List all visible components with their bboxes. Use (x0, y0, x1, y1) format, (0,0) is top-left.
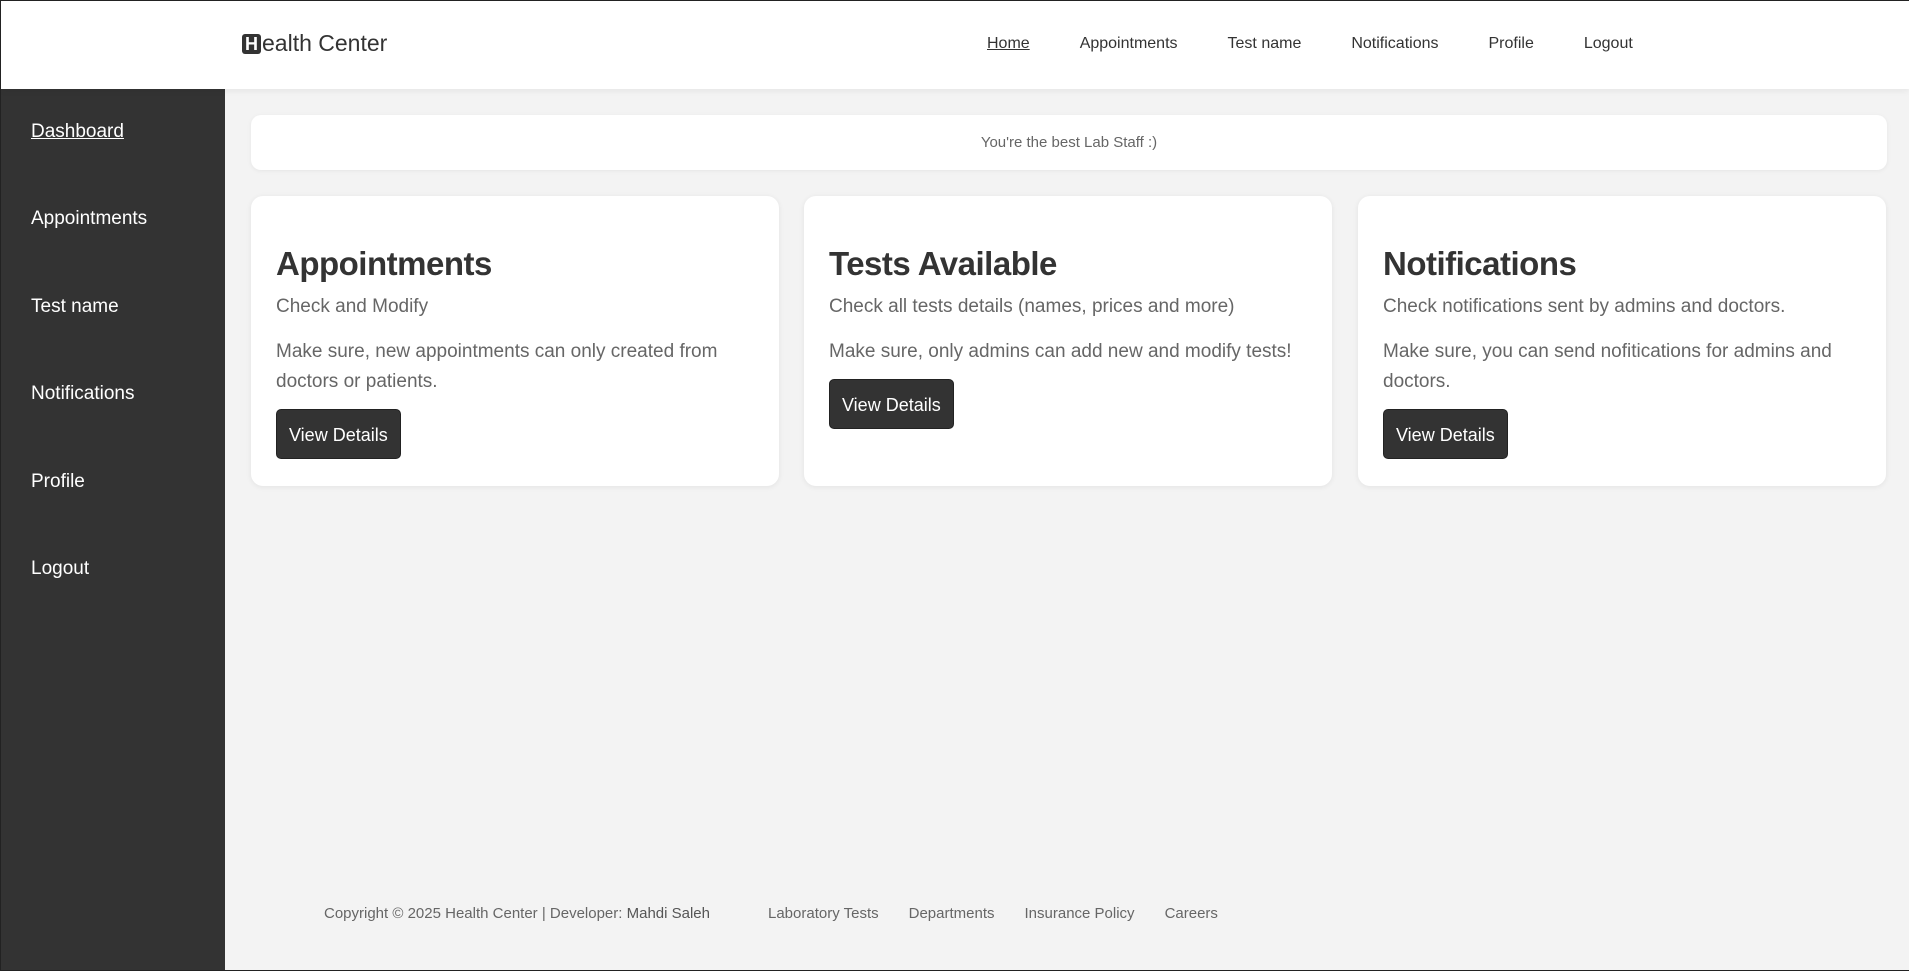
card-appointments: Appointments Check and Modify Make sure,… (251, 196, 779, 486)
sidebar-item-test-name[interactable]: Test name (31, 296, 119, 318)
footer-link-careers[interactable]: Careers (1165, 905, 1218, 922)
card-subtitle: Check notifications sent by admins and d… (1383, 296, 1786, 317)
footer-link-laboratory-tests[interactable]: Laboratory Tests (768, 905, 879, 922)
card-description: Make sure, only admins can add new and m… (829, 341, 1292, 362)
view-details-button[interactable]: View Details (829, 379, 954, 429)
sidebar-item-notifications[interactable]: Notifications (31, 383, 135, 405)
site-logo[interactable]: H ealth Center (242, 30, 387, 57)
sidebar-item-logout[interactable]: Logout (31, 558, 89, 580)
topnav-home[interactable]: Home (987, 35, 1030, 53)
copyright-text: Copyright © 2025 Health Center | Develop… (324, 905, 627, 922)
footer-copyright: Copyright © 2025 Health Center | Develop… (324, 905, 710, 922)
card-notifications: Notifications Check notifications sent b… (1358, 196, 1886, 486)
top-nav: Home Appointments Test name Notification… (987, 35, 1683, 53)
logo-text: ealth Center (262, 30, 388, 56)
footer: Copyright © 2025 Health Center | Develop… (324, 905, 1248, 922)
card-subtitle: Check all tests details (names, prices a… (829, 296, 1235, 317)
sidebar: Dashboard Appointments Test name Notific… (1, 89, 225, 970)
window-edge (1909, 0, 1919, 947)
banner-text: You're the best Lab Staff :) (980, 134, 1158, 151)
footer-link-departments[interactable]: Departments (909, 905, 995, 922)
topnav-notifications[interactable]: Notifications (1351, 35, 1438, 53)
card-subtitle: Check and Modify (276, 296, 429, 317)
view-details-button[interactable]: View Details (276, 409, 401, 459)
welcome-banner: You're the best Lab Staff :) (251, 115, 1887, 170)
footer-link-insurance-policy[interactable]: Insurance Policy (1025, 905, 1135, 922)
sidebar-item-dashboard[interactable]: Dashboard (31, 121, 124, 143)
top-header: H ealth Center Home Appointments Test na… (1, 1, 1909, 89)
hospital-h-icon: H (242, 33, 261, 54)
developer-name: Mahdi Saleh (626, 905, 710, 922)
card-title: Tests Available (829, 245, 1057, 282)
sidebar-item-profile[interactable]: Profile (31, 471, 85, 493)
card-description: Make sure, new appointments can only cre… (276, 341, 718, 392)
view-details-button[interactable]: View Details (1383, 409, 1508, 459)
topnav-profile[interactable]: Profile (1489, 35, 1534, 53)
card-description: Make sure, you can send nofitications fo… (1383, 341, 1832, 392)
sidebar-item-appointments[interactable]: Appointments (31, 208, 147, 230)
topnav-appointments[interactable]: Appointments (1080, 35, 1178, 53)
card-tests-available: Tests Available Check all tests details … (804, 196, 1332, 486)
app-page: H ealth Center Home Appointments Test na… (0, 0, 1909, 971)
card-title: Appointments (276, 245, 492, 282)
topnav-test-name[interactable]: Test name (1228, 35, 1302, 53)
topnav-logout[interactable]: Logout (1584, 35, 1633, 53)
card-title: Notifications (1383, 245, 1577, 282)
